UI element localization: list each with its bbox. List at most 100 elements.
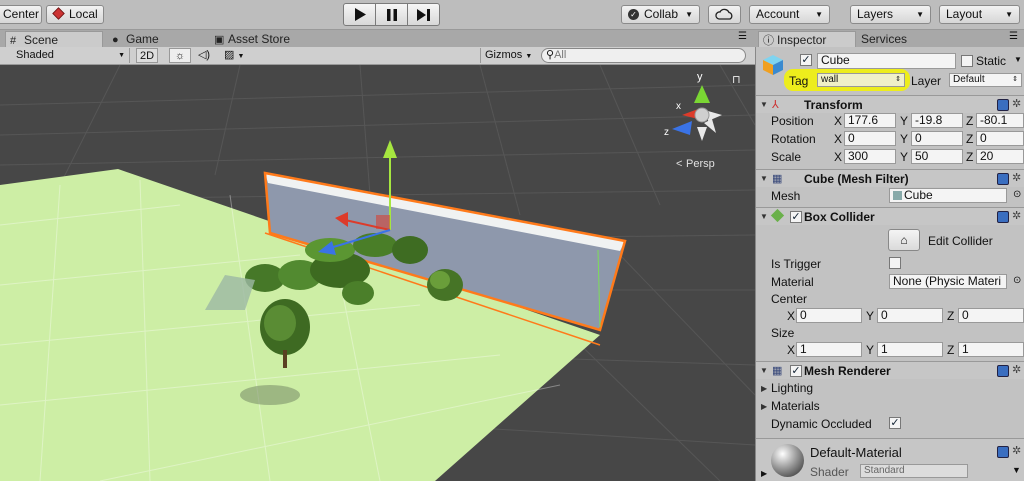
materials-foldout-icon[interactable]: ▶	[761, 402, 767, 411]
object-name-field[interactable]: Cube	[817, 53, 956, 69]
scene-view-toolbar: Shaded ▼ 2D ☼ ◁) ▨ ▼ Gizmos ▼ ⚲All	[0, 47, 755, 65]
mesh-filter-foldout-icon[interactable]: ▼	[760, 174, 768, 183]
tab-inspector[interactable]: ⓘ Inspector	[758, 31, 856, 47]
layer-value: Default	[953, 74, 985, 85]
size-y-field[interactable]: 1	[877, 342, 943, 357]
scale-y-field[interactable]: 50	[911, 149, 963, 164]
collab-button[interactable]: ✓ Collab ▼	[621, 5, 700, 24]
size-x-field[interactable]: 1	[796, 342, 862, 357]
scale-z-field[interactable]: 20	[976, 149, 1024, 164]
dynamic-occluded-checkbox[interactable]: ✓	[889, 417, 901, 429]
layers-dropdown[interactable]: Layers ▼	[850, 5, 931, 24]
tab-game[interactable]: ● Game	[108, 31, 206, 47]
mesh-renderer-foldout-icon[interactable]: ▼	[760, 366, 768, 375]
transform-header[interactable]: ▼ ⅄ Transform ✲	[756, 95, 1024, 113]
layer-dropdown[interactable]: Default ⇕	[949, 73, 1022, 87]
box-collider-help-icon[interactable]	[997, 211, 1009, 223]
scene-audio-toggle[interactable]: ◁)	[193, 48, 215, 63]
center-x-field[interactable]: 0	[796, 308, 862, 323]
pause-button[interactable]	[375, 3, 408, 26]
rotation-y-label: Y	[900, 132, 909, 146]
scene-viewport[interactable]: y x z < Persp ⊓	[0, 65, 755, 481]
move-plane-handle[interactable]	[376, 215, 390, 229]
transform-foldout-icon[interactable]: ▼	[760, 100, 768, 109]
collab-check-icon: ✓	[628, 9, 639, 20]
is-trigger-checkbox[interactable]	[889, 257, 901, 269]
size-y-value: 1	[881, 342, 888, 356]
search-icon: ⚲	[546, 49, 555, 61]
scene-effects-dropdown[interactable]: ▨ ▼	[220, 48, 252, 63]
rotation-y-field[interactable]: 0	[911, 131, 963, 146]
scale-x-field[interactable]: 300	[844, 149, 896, 164]
shader-dropdown[interactable]: Standard	[860, 464, 968, 478]
box-collider-gear-icon[interactable]: ✲	[1012, 209, 1021, 222]
material-gear-icon[interactable]: ✲	[1012, 444, 1021, 457]
mesh-picker-icon[interactable]: ⊙	[1013, 189, 1021, 200]
play-button[interactable]	[343, 3, 376, 26]
box-collider-enabled-checkbox[interactable]: ✓	[790, 211, 802, 223]
size-z-field[interactable]: 1	[958, 342, 1024, 357]
mesh-filter-header[interactable]: ▼ ▦ Cube (Mesh Filter) ✲	[756, 169, 1024, 187]
pivot-center-button[interactable]: Center	[0, 5, 42, 24]
mesh-filter-title: Cube (Mesh Filter)	[804, 172, 909, 186]
scale-y-label: Y	[900, 150, 909, 164]
box-collider-header[interactable]: ▼ ✓ Box Collider ✲	[756, 207, 1024, 225]
materials-foldout[interactable]: Materials	[771, 399, 820, 413]
lock-icon[interactable]: ⊓	[732, 74, 741, 86]
scene-lighting-toggle[interactable]: ☼	[169, 48, 191, 63]
tab-asset-store[interactable]: ▣ Asset Store	[210, 31, 320, 47]
mesh-renderer-help-icon[interactable]	[997, 365, 1009, 377]
shading-mode-dropdown[interactable]: Shaded ▼	[4, 48, 130, 63]
inspector-menu-icon[interactable]: ☰	[1009, 31, 1018, 42]
active-checkbox[interactable]: ✓	[800, 54, 812, 66]
edit-collider-button[interactable]: ⌂	[888, 229, 920, 251]
pivot-local-label: Local	[69, 7, 98, 21]
material-foldout-icon[interactable]: ▶	[761, 469, 767, 478]
position-x-field[interactable]: 177.6	[844, 113, 896, 128]
mesh-renderer-gear-icon[interactable]: ✲	[1012, 363, 1021, 376]
scene-search-field[interactable]: ⚲All	[541, 48, 746, 63]
toggle-2d-button[interactable]: 2D	[136, 48, 158, 63]
transform-gear-icon[interactable]: ✲	[1012, 97, 1021, 110]
lighting-foldout-icon[interactable]: ▶	[761, 384, 767, 393]
transform-help-icon[interactable]	[997, 99, 1009, 111]
mesh-filter-gear-icon[interactable]: ✲	[1012, 171, 1021, 184]
position-z-field[interactable]: -80.1	[976, 113, 1024, 128]
transform-title: Transform	[804, 98, 863, 112]
lighting-foldout[interactable]: Lighting	[771, 381, 813, 395]
gizmo-z-label: z	[664, 127, 669, 138]
play-icon	[354, 8, 366, 21]
material-help-icon[interactable]	[997, 446, 1009, 458]
tab-services[interactable]: Services	[859, 31, 959, 47]
scale-z-label: Z	[966, 150, 974, 164]
pause-icon	[386, 8, 397, 21]
mesh-renderer-enabled-checkbox[interactable]: ✓	[790, 365, 802, 377]
step-button[interactable]	[407, 3, 440, 26]
position-y-field[interactable]: -19.8	[911, 113, 963, 128]
tag-dropdown[interactable]: wall ⇕	[817, 73, 905, 87]
gizmos-dropdown[interactable]: Gizmos ▼	[480, 48, 535, 63]
rotation-x-field[interactable]: 0	[844, 131, 896, 146]
scene-canvas[interactable]: y x z < Persp ⊓	[0, 65, 755, 481]
persp-label[interactable]: Persp	[686, 158, 715, 170]
local-cube-icon	[52, 7, 65, 20]
account-dropdown[interactable]: Account ▼	[749, 5, 830, 24]
mesh-label: Mesh	[771, 189, 801, 203]
rotation-z-field[interactable]: 0	[976, 131, 1024, 146]
material-picker-icon[interactable]: ⊙	[1013, 275, 1021, 286]
center-y-field[interactable]: 0	[877, 308, 943, 323]
panel-menu-icon[interactable]: ☰	[738, 31, 747, 42]
box-collider-foldout-icon[interactable]: ▼	[760, 212, 768, 221]
static-checkbox[interactable]	[961, 55, 973, 67]
static-dropdown-icon[interactable]: ▼	[1014, 55, 1022, 64]
tab-scene[interactable]: # Scene	[5, 31, 103, 47]
collider-material-field[interactable]: None (Physic Materi	[889, 274, 1007, 289]
material-edit-icon[interactable]: ▼	[1012, 465, 1021, 475]
cloud-button[interactable]	[708, 5, 741, 24]
center-z-field[interactable]: 0	[958, 308, 1024, 323]
mesh-filter-help-icon[interactable]	[997, 173, 1009, 185]
mesh-object-field[interactable]: Cube	[889, 188, 1007, 203]
layout-dropdown[interactable]: Layout ▼	[939, 5, 1020, 24]
pivot-local-button[interactable]: Local	[46, 5, 104, 24]
mesh-renderer-header[interactable]: ▼ ▦ ✓ Mesh Renderer ✲	[756, 361, 1024, 379]
